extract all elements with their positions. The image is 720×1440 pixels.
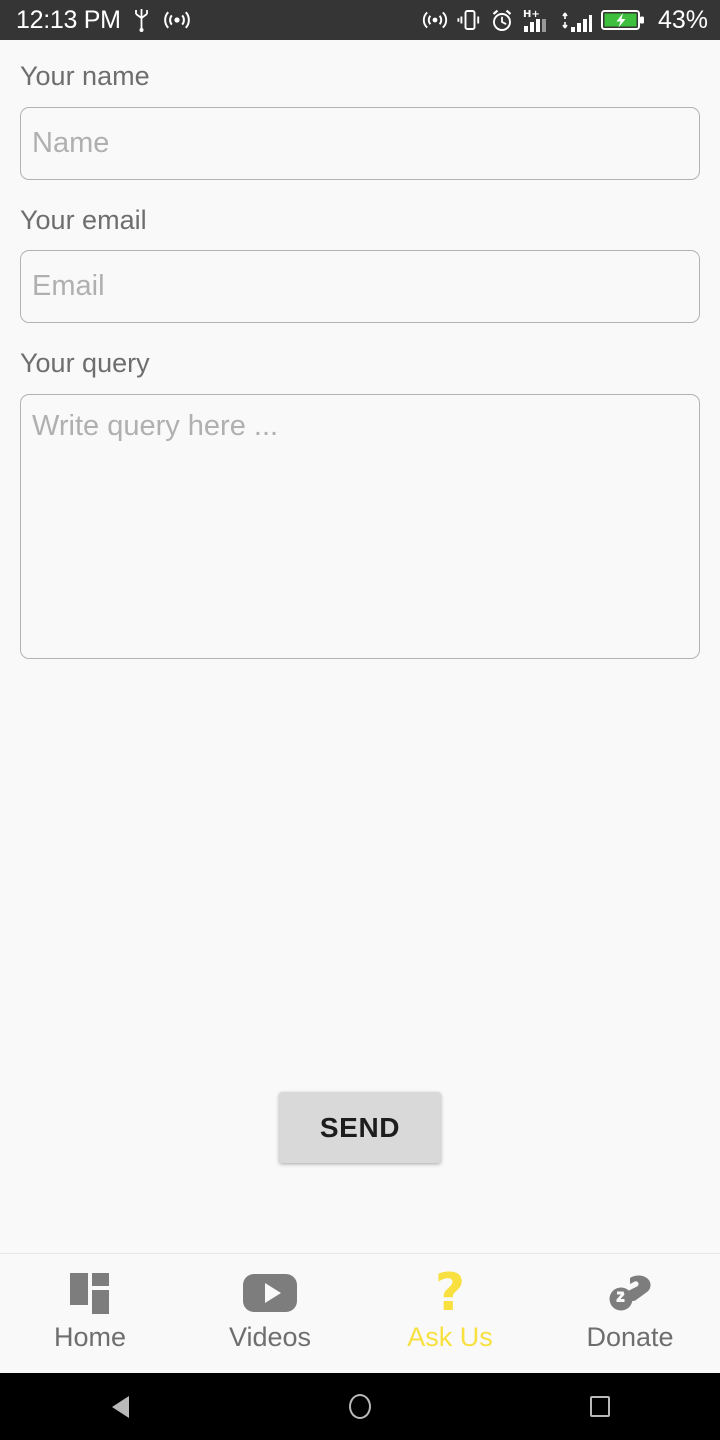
cast-icon xyxy=(163,11,190,29)
name-input[interactable] xyxy=(20,106,700,180)
query-field-label: Your query xyxy=(20,348,150,379)
nav-item-home[interactable]: Home xyxy=(0,1271,180,1351)
hplus-signal-icon: H+ xyxy=(523,9,546,32)
svg-text:H+: H+ xyxy=(523,9,540,20)
nav-label-ask-us: Ask Us xyxy=(407,1322,493,1352)
email-field-label: Your email xyxy=(20,204,147,235)
alarm-icon xyxy=(492,9,512,31)
android-back-button[interactable] xyxy=(0,1395,240,1418)
play-video-icon xyxy=(243,1271,297,1315)
question-mark-icon: ? xyxy=(434,1262,466,1323)
status-bar-left: 12:13 PM xyxy=(16,5,192,34)
email-input[interactable] xyxy=(20,250,700,324)
query-textarea[interactable] xyxy=(20,394,700,660)
nav-item-videos[interactable]: Videos xyxy=(180,1271,360,1351)
nfc-icon xyxy=(422,11,448,29)
contact-form: Your name Your email Your query xyxy=(0,40,720,1253)
status-bar-clock: 12:13 PM xyxy=(16,5,121,34)
vibrate-icon xyxy=(457,10,480,30)
nav-label-donate: Donate xyxy=(586,1322,674,1352)
status-bar: 12:13 PM H+ 43% xyxy=(0,0,720,40)
name-field-label: Your name xyxy=(20,61,150,91)
recents-square-icon xyxy=(590,1396,610,1417)
battery-charging-icon xyxy=(600,10,644,30)
home-circle-icon xyxy=(349,1394,371,1419)
hand-coin-icon xyxy=(606,1271,654,1315)
battery-percent-label: 43% xyxy=(657,5,708,34)
status-bar-right: H+ 43% xyxy=(422,5,708,34)
android-system-nav xyxy=(0,1373,720,1440)
usb-icon xyxy=(134,9,148,32)
back-triangle-icon xyxy=(111,1395,129,1418)
nav-item-donate[interactable]: Donate xyxy=(540,1271,720,1351)
send-button-container: SEND xyxy=(0,1092,720,1163)
nav-label-videos: Videos xyxy=(228,1322,312,1352)
android-recents-button[interactable] xyxy=(480,1396,720,1417)
grid-dashboard-icon xyxy=(69,1271,111,1315)
bottom-navigation-bar: Home Videos ? Ask Us Donate xyxy=(0,1253,720,1373)
nav-label-home: Home xyxy=(53,1322,127,1352)
android-home-button[interactable] xyxy=(240,1394,480,1419)
signal-icon xyxy=(562,12,592,32)
send-button[interactable]: SEND xyxy=(279,1092,441,1163)
nav-item-ask-us[interactable]: ? Ask Us xyxy=(360,1262,540,1352)
